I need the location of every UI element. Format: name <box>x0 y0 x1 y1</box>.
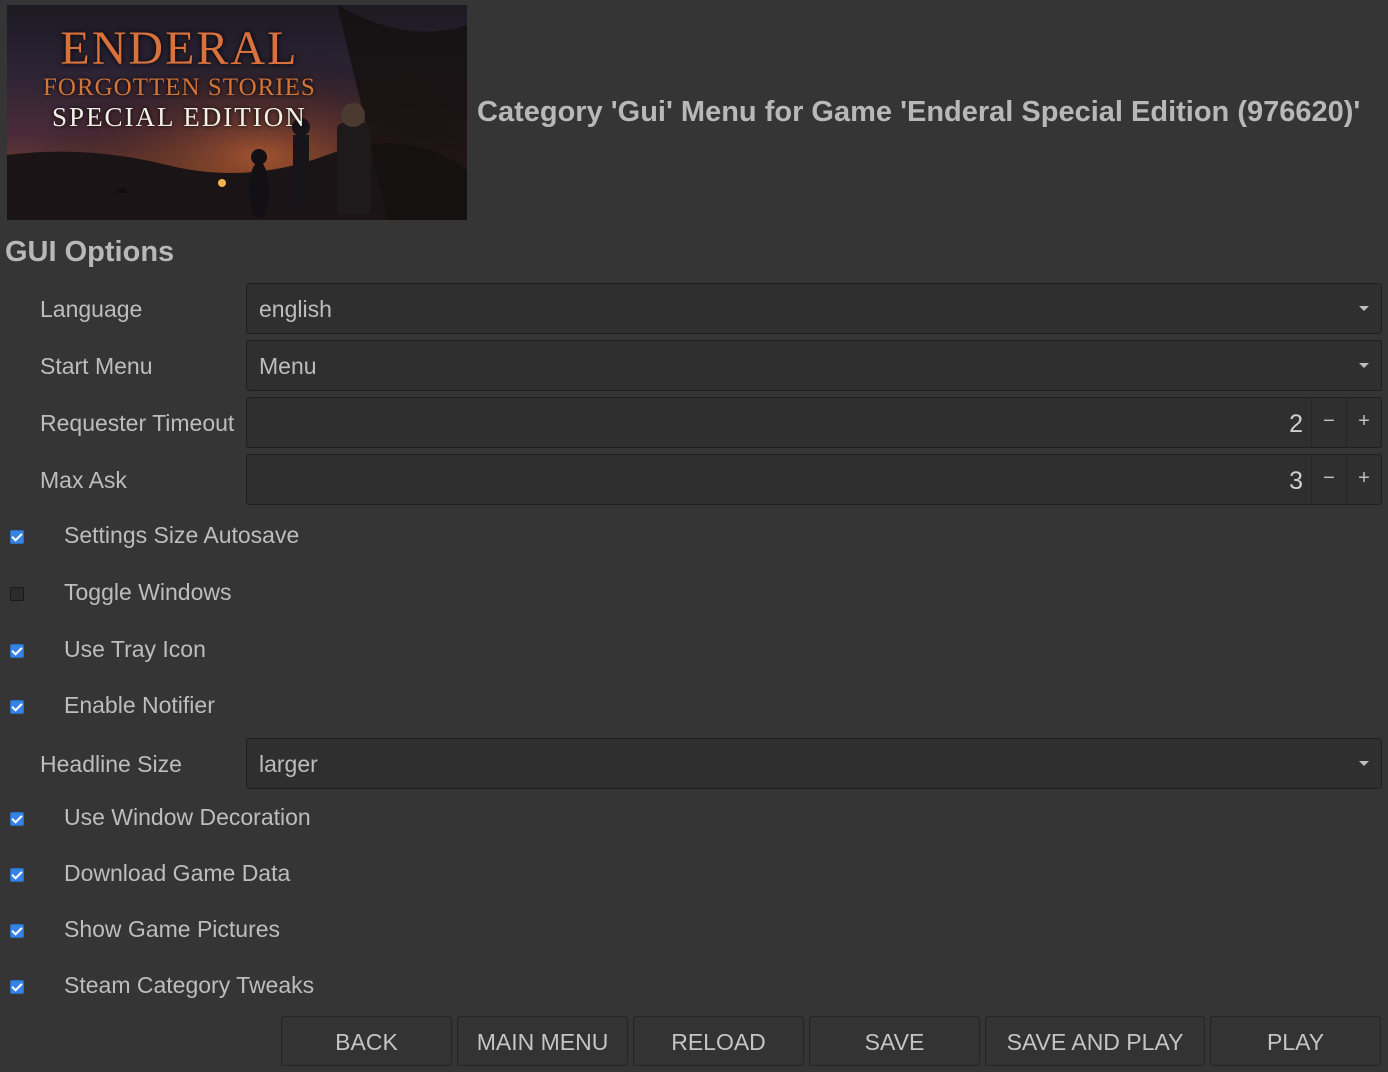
section-title: GUI Options <box>5 236 175 268</box>
banner-logo-line2: FORGOTTEN STORIES <box>43 74 316 101</box>
max-ask-spinbox[interactable]: 3 − + <box>246 454 1382 505</box>
headline-size-dropdown[interactable]: larger <box>246 738 1382 789</box>
max-ask-label: Max Ask <box>40 467 127 493</box>
show-game-pictures-label[interactable]: Show Game Pictures <box>64 916 280 943</box>
headline-size-label: Headline Size <box>40 751 182 777</box>
dropdown-arrow-icon <box>1359 363 1369 368</box>
reload-button[interactable]: RELOAD <box>633 1016 804 1066</box>
start-menu-value: Menu <box>259 353 317 379</box>
dropdown-arrow-icon <box>1359 306 1369 311</box>
download-game-data-label[interactable]: Download Game Data <box>64 860 290 887</box>
max-ask-value[interactable]: 3 <box>1289 467 1303 496</box>
banner-logo-line3: SPECIAL EDITION <box>52 102 307 132</box>
settings-size-autosave-label[interactable]: Settings Size Autosave <box>64 522 299 549</box>
language-label: Language <box>40 296 143 322</box>
main-menu-button[interactable]: MAIN MENU <box>457 1016 628 1066</box>
settings-size-autosave-checkbox[interactable] <box>10 530 24 544</box>
banner-logo-line1: ENDERAL <box>60 22 299 75</box>
save-button[interactable]: SAVE <box>809 1016 980 1066</box>
page-title: Category 'Gui' Menu for Game 'Enderal Sp… <box>477 96 1361 128</box>
game-banner-image: ENDERAL FORGOTTEN STORIES SPECIAL EDITIO… <box>7 5 467 220</box>
enable-notifier-checkbox[interactable] <box>10 700 24 714</box>
language-value: english <box>259 296 332 322</box>
start-menu-dropdown[interactable]: Menu <box>246 340 1382 391</box>
steam-category-tweaks-checkbox[interactable] <box>10 980 24 994</box>
max-ask-increment-button[interactable]: + <box>1346 455 1381 504</box>
use-tray-icon-label[interactable]: Use Tray Icon <box>64 636 206 663</box>
enable-notifier-label[interactable]: Enable Notifier <box>64 692 215 719</box>
steam-category-tweaks-label[interactable]: Steam Category Tweaks <box>64 972 314 999</box>
requester-timeout-label: Requester Timeout <box>40 410 235 436</box>
use-window-decoration-label[interactable]: Use Window Decoration <box>64 804 311 831</box>
headline-size-value: larger <box>259 751 318 777</box>
toggle-windows-checkbox[interactable] <box>10 587 24 601</box>
banner-logo: ENDERAL FORGOTTEN STORIES SPECIAL EDITIO… <box>43 25 316 131</box>
save-and-play-button[interactable]: SAVE AND PLAY <box>985 1016 1205 1066</box>
toggle-windows-label[interactable]: Toggle Windows <box>64 579 231 606</box>
play-button[interactable]: PLAY <box>1210 1016 1381 1066</box>
requester-timeout-value[interactable]: 2 <box>1289 410 1303 439</box>
requester-timeout-spinbox[interactable]: 2 − + <box>246 397 1382 448</box>
use-window-decoration-checkbox[interactable] <box>10 812 24 826</box>
language-dropdown[interactable]: english <box>246 283 1382 334</box>
show-game-pictures-checkbox[interactable] <box>10 924 24 938</box>
dropdown-arrow-icon <box>1359 761 1369 766</box>
max-ask-decrement-button[interactable]: − <box>1311 455 1346 504</box>
start-menu-label: Start Menu <box>40 353 153 379</box>
download-game-data-checkbox[interactable] <box>10 868 24 882</box>
requester-timeout-decrement-button[interactable]: − <box>1311 398 1346 447</box>
use-tray-icon-checkbox[interactable] <box>10 644 24 658</box>
back-button[interactable]: BACK <box>281 1016 452 1066</box>
requester-timeout-increment-button[interactable]: + <box>1346 398 1381 447</box>
